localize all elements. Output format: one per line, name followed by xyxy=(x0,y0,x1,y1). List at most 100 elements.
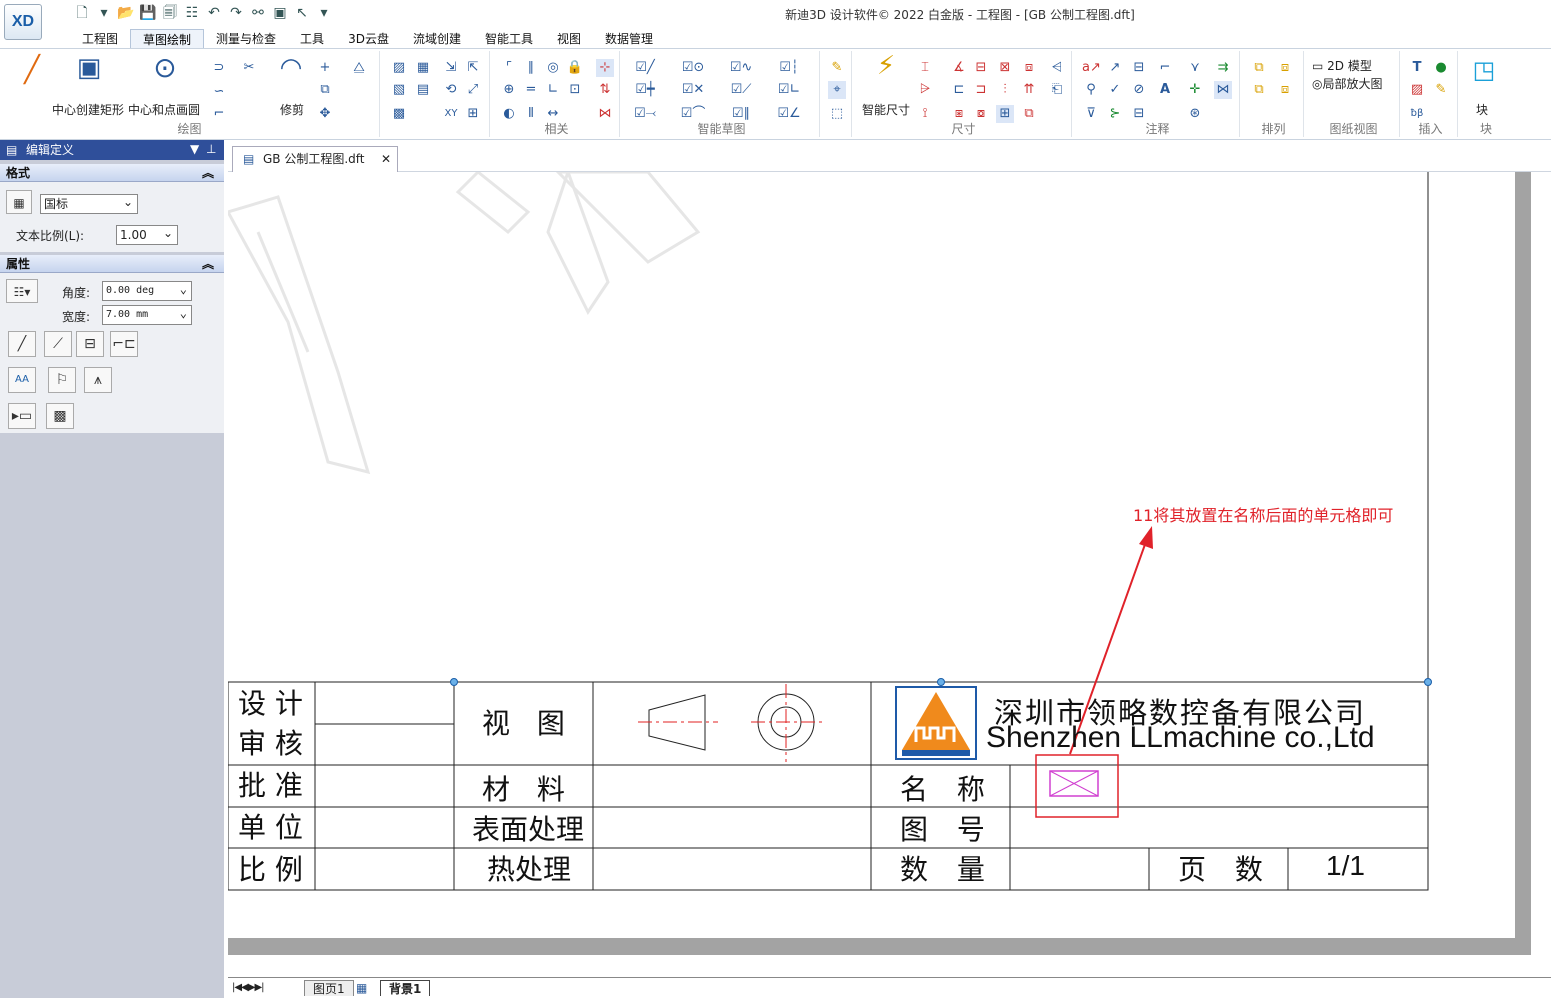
center-circle-icon[interactable]: ⊙ xyxy=(150,54,180,89)
datum-target-icon[interactable]: ⩚ xyxy=(84,367,112,393)
coordinate-dim-icon[interactable]: ⊟ xyxy=(972,59,990,77)
format-section-header[interactable]: 格式 ︽ xyxy=(0,164,224,182)
sketch-view-icon[interactable]: ⬚ xyxy=(828,105,846,123)
insert-object-icon[interactable]: ● xyxy=(1432,59,1450,77)
fill-icon[interactable]: ▨ xyxy=(390,59,408,77)
angle-input[interactable]: 0.00 deg xyxy=(102,280,192,301)
select-cursor-icon[interactable]: ↖ xyxy=(292,4,312,22)
name-placeholder-graphic[interactable] xyxy=(1049,770,1099,797)
offset-icon[interactable]: ⧉ xyxy=(316,81,334,99)
smart-tangent-icon[interactable]: ☑∿ xyxy=(728,59,754,77)
tab-sketch[interactable]: 草图绘制 xyxy=(130,29,205,49)
dim-style-icon[interactable]: ⩤ xyxy=(1048,59,1066,77)
insert-image-icon[interactable]: ▨ xyxy=(1408,81,1426,99)
tab-smart-tools[interactable]: 智能工具 xyxy=(473,29,545,49)
bring-front-icon[interactable]: ⧉ xyxy=(1250,59,1268,77)
collapse-icon[interactable]: ︽ xyxy=(202,255,214,273)
smart-perpendicular-icon[interactable]: ☑∟ xyxy=(776,81,802,99)
smart-midpoint-icon[interactable]: ☑┿ xyxy=(632,81,658,99)
tab-view[interactable]: 视图 xyxy=(545,29,593,49)
symmetric-icon[interactable]: ⊡ xyxy=(566,81,584,99)
scale-icon[interactable]: ⤢ xyxy=(464,81,482,99)
box-icon[interactable]: ⊟ xyxy=(76,331,104,357)
arc-icon[interactable]: ⊃ xyxy=(210,59,228,77)
page-tab-sheet1[interactable]: 图页1 xyxy=(304,980,354,996)
standard-grid-icon[interactable]: ▦ xyxy=(6,190,32,214)
attach-dim-icon[interactable]: ⎗ xyxy=(1048,81,1066,99)
bring-forward-icon[interactable]: ⧉ xyxy=(1250,81,1268,99)
text-aa-icon[interactable]: AA xyxy=(8,367,36,393)
label-icon[interactable]: ⊟ xyxy=(1130,59,1148,77)
undo-icon[interactable]: ↶ xyxy=(204,4,224,22)
curve-icon[interactable]: ∽ xyxy=(210,83,228,101)
panel-pin-icon[interactable]: ⊥ xyxy=(206,142,216,156)
chamfer-dim-icon[interactable]: ⊠ xyxy=(996,59,1014,77)
properties-section-header[interactable]: 属性 ︽ xyxy=(0,255,224,273)
smart-vertical-icon[interactable]: ☑┆ xyxy=(776,59,802,77)
center-rectangle-icon[interactable]: ▣ xyxy=(74,55,104,89)
rotate-icon[interactable]: ⟲ xyxy=(442,81,460,99)
model-2d-button[interactable]: ▭ 2D 模型 xyxy=(1312,57,1372,74)
smart-center-icon[interactable]: ☑⊙ xyxy=(680,59,706,77)
text-icon[interactable]: A xyxy=(1156,81,1174,99)
paint-icon[interactable]: ✎ xyxy=(828,59,846,77)
table-icon[interactable]: ▦ xyxy=(414,59,432,77)
callout-icon[interactable]: a↗ xyxy=(1082,59,1101,77)
extend-icon[interactable]: + xyxy=(316,59,334,77)
connector-icon[interactable]: ⌐ xyxy=(1156,59,1174,77)
drawing-sheet[interactable] xyxy=(228,172,1528,932)
insert-text-icon[interactable]: T xyxy=(1408,59,1426,77)
mirror-icon[interactable]: ⧋ xyxy=(350,59,368,77)
stretch-icon[interactable]: ⇱ xyxy=(464,59,482,77)
trim-corner-icon[interactable]: ✂ xyxy=(240,59,258,77)
save-icon[interactable]: 💾 xyxy=(138,4,158,22)
callout-box-icon[interactable]: ⌐⊏ xyxy=(110,331,138,357)
close-icon[interactable]: ✕ xyxy=(381,147,391,171)
perpendicular-icon[interactable]: ∟ xyxy=(544,81,562,99)
stack-dim-icon[interactable]: ⇈ xyxy=(1020,81,1038,99)
new-file-icon[interactable]: 🗋 xyxy=(72,4,92,22)
tab-tools[interactable]: 工具 xyxy=(288,29,336,49)
xy-icon[interactable]: XY xyxy=(442,105,460,123)
tab-measure[interactable]: 测量与检查 xyxy=(204,29,288,49)
surface-texture-icon[interactable]: ✓ xyxy=(1106,81,1124,99)
datum-icon[interactable]: ⋎ xyxy=(1186,59,1204,77)
tab-data-management[interactable]: 数据管理 xyxy=(593,29,665,49)
redo-icon[interactable]: ↷ xyxy=(226,4,246,22)
equal-icon[interactable]: = xyxy=(522,81,540,99)
view-icon[interactable]: ▣ xyxy=(270,4,290,22)
open-file-icon[interactable]: 📂 xyxy=(116,4,136,22)
pattern-icon[interactable]: ▧ xyxy=(390,81,408,99)
leader-line-icon[interactable]: ╱ xyxy=(8,331,36,357)
smart-intersect-icon[interactable]: ☑✕ xyxy=(680,81,706,99)
tab-flow[interactable]: 流域创建 xyxy=(401,29,473,49)
page-nav-arrows[interactable]: |◀◀▶▶| xyxy=(232,980,264,996)
dropdown-icon[interactable]: ▾ xyxy=(94,4,114,22)
horizontal-icon[interactable]: ⊕ xyxy=(500,81,518,99)
background-sheet-icon[interactable]: ▦ xyxy=(356,980,376,996)
coordinate-icon[interactable]: ⊞ xyxy=(464,105,482,123)
baseline-dim-icon[interactable]: ⊏ xyxy=(950,81,968,99)
smart-dimension-icon[interactable]: ⚡ xyxy=(870,53,902,89)
send-backward-icon[interactable]: ⧈ xyxy=(1276,81,1294,99)
page-tab-background[interactable]: 背景1 xyxy=(380,980,431,996)
leader-icon[interactable]: ↗ xyxy=(1106,59,1124,77)
text-scale-select[interactable]: 1.00 xyxy=(116,224,178,245)
chain-dim-icon[interactable]: ⊐ xyxy=(972,81,990,99)
auto-dim-icon[interactable]: ⧈ xyxy=(1020,59,1038,77)
flag-icon[interactable]: ⚐ xyxy=(48,367,76,393)
center-mark-icon[interactable]: ✛ xyxy=(1186,81,1204,99)
app-logo[interactable]: XD xyxy=(4,4,42,40)
angle-dim-icon[interactable]: ∡ xyxy=(950,59,968,77)
transform-icon[interactable]: ⇲ xyxy=(442,59,460,77)
properties-icon[interactable]: ☷ xyxy=(182,4,202,22)
customize-qat-icon[interactable]: ▾ xyxy=(314,4,334,22)
symmetric-dim-icon[interactable]: ⩥ xyxy=(916,81,934,99)
distance-dim-icon[interactable]: ⌶ xyxy=(916,59,934,77)
relation-handle-icon[interactable]: ⇅ xyxy=(596,81,614,99)
grid-icon[interactable]: ▤ xyxy=(414,81,432,99)
panel-menu-icon[interactable]: ▼ xyxy=(190,142,199,156)
block-icon[interactable]: ◳ xyxy=(1470,58,1498,89)
balloon-icon[interactable]: ⚲ xyxy=(1082,81,1100,99)
parallel-icon[interactable]: ∥ xyxy=(522,59,540,77)
